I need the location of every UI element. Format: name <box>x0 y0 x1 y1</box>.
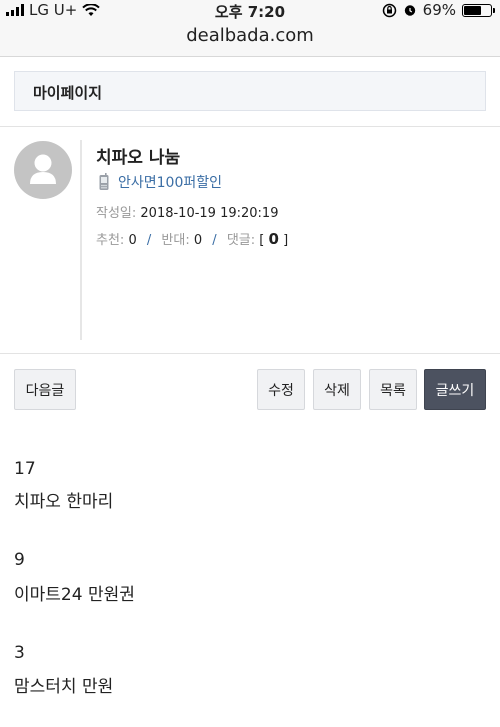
list-button[interactable]: 목록 <box>369 369 417 410</box>
comments-bracket-close: ] <box>283 233 289 248</box>
content-line: 9 <box>14 550 25 570</box>
content-line: 3 <box>14 643 25 663</box>
comments-count: 0 <box>268 230 279 248</box>
write-button[interactable]: 글쓰기 <box>424 369 486 410</box>
recommend-count: 0 <box>128 233 137 248</box>
alarm-icon <box>404 5 415 16</box>
oppose-label: 반대: <box>161 233 190 248</box>
next-post-button[interactable]: 다음글 <box>14 369 76 410</box>
url-text[interactable]: dealbada.com <box>0 25 500 46</box>
comments-bracket-open: [ <box>259 233 265 248</box>
comments-label: 댓글: <box>226 233 256 248</box>
stats-separator: / <box>212 233 217 248</box>
post-date-row: 작성일: 2018-10-19 19:20:19 <box>96 202 278 221</box>
page-title-box: 마이페이지 <box>14 71 486 111</box>
divider <box>0 126 500 127</box>
page-title: 마이페이지 <box>33 84 103 102</box>
content-line: 이마트24 만원권 <box>14 585 135 605</box>
content-line: 맘스터치 만원 <box>14 677 114 697</box>
battery-icon <box>462 3 495 17</box>
vertical-divider <box>80 140 82 340</box>
oppose-count: 0 <box>193 233 203 248</box>
stats-separator: / <box>146 233 152 248</box>
content-line: 치파오 한마리 <box>14 492 114 512</box>
content-line: 17 <box>14 459 36 479</box>
battery-percent: 69% <box>422 1 456 19</box>
edit-button[interactable]: 수정 <box>257 369 305 410</box>
post-stats-row: 추천: 0 / 반대: 0 / 댓글: [ 0 ] <box>96 229 288 248</box>
author-name[interactable]: 안사면100퍼할인 <box>118 172 222 192</box>
browser-address-bar[interactable]: dealbada.com <box>0 22 500 57</box>
date-label: 작성일: <box>96 206 137 221</box>
battery-fill <box>464 5 481 15</box>
mobile-phone-icon <box>99 173 109 190</box>
recommend-label: 추천: <box>96 233 125 248</box>
delete-button[interactable]: 삭제 <box>313 369 361 410</box>
date-value: 2018-10-19 19:20:19 <box>140 206 279 221</box>
orientation-lock-icon <box>382 3 396 17</box>
ios-status-bar: LG U+ 오후 7:20 69% <box>0 0 500 22</box>
post-title: 치파오 나눔 <box>96 148 181 168</box>
avatar[interactable] <box>14 141 72 199</box>
divider <box>0 353 500 354</box>
author-row[interactable]: 안사면100퍼할인 <box>98 172 222 192</box>
user-silhouette-icon <box>30 154 56 184</box>
status-right: 69% <box>382 1 495 19</box>
